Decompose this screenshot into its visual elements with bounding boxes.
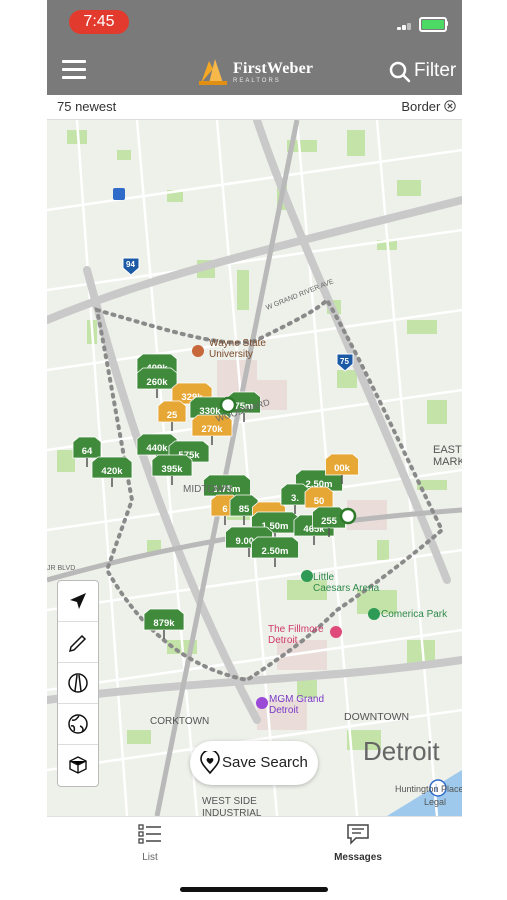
home-indicator	[180, 887, 328, 892]
tab-messages-label: Messages	[334, 852, 382, 863]
locate-arrow-icon	[70, 593, 86, 609]
save-search-label: Save Search	[222, 754, 308, 771]
globe-icon	[68, 714, 88, 734]
stadium-pin-icon	[368, 608, 380, 620]
battery-level	[422, 20, 444, 29]
listing-pin[interactable]: 879k	[143, 608, 185, 639]
listing-price: 64	[82, 446, 93, 457]
results-count: 75 newest	[57, 99, 117, 114]
listing-price: 395k	[161, 464, 183, 475]
map-label: DOWNTOWN	[344, 711, 409, 723]
listing-price: 879k	[153, 618, 175, 629]
logo-mark-icon	[199, 59, 227, 85]
battery-icon	[419, 17, 447, 32]
tab-bar: List Messages	[47, 816, 462, 900]
draw-button[interactable]	[58, 622, 98, 663]
heart-pin-icon	[200, 751, 220, 775]
map-label: Little Caesars Arena	[313, 572, 380, 594]
listing-price: 50	[314, 496, 325, 507]
signal-bar	[402, 25, 406, 30]
filter-label: Filter	[414, 60, 457, 81]
transit-stop-icon	[113, 188, 125, 200]
map-view[interactable]: i 409k260k329k25330k75m270k440k575k395k6…	[47, 120, 462, 816]
tab-list[interactable]: List	[105, 823, 195, 863]
listing-price: 00k	[334, 463, 351, 474]
status-time: 7:45	[69, 10, 129, 34]
border-label: Border	[401, 99, 441, 114]
commute-road-icon	[68, 673, 88, 693]
listing-price: 2.50m	[262, 546, 289, 557]
location-marker-icon	[219, 396, 237, 414]
map-label: MGM Grand Detroit	[269, 694, 324, 716]
map-label: CORKTOWN	[150, 716, 209, 727]
results-info-bar: 75 newest Border	[47, 95, 462, 120]
listing-price: 255	[321, 516, 338, 527]
map-label: 94	[126, 260, 135, 269]
listing-price: 85	[239, 504, 250, 515]
hamburger-icon[interactable]	[62, 60, 86, 80]
map-label: Detroit	[363, 736, 440, 766]
phone-screen: 7:45 FirstWeber REALTORS Filter 75 newes…	[47, 0, 462, 900]
firstweber-logo: FirstWeber REALTORS	[197, 55, 327, 87]
status-bar: 7:45	[47, 0, 462, 45]
listing-pin[interactable]: 260k	[136, 367, 178, 398]
theater-pin-icon	[330, 626, 342, 638]
tab-list-label: List	[142, 852, 158, 863]
map-canvas[interactable]: i 409k260k329k25330k75m270k440k575k395k6…	[47, 120, 462, 816]
3d-cube-icon	[69, 756, 87, 774]
logo-wordmark: FirstWeber	[233, 60, 314, 77]
map-label: 75	[340, 357, 349, 366]
battery-cap	[446, 21, 448, 26]
draw-pencil-icon	[68, 634, 87, 653]
map-label: WEST SIDE INDUSTRIAL	[202, 796, 262, 816]
university-pin-icon	[192, 345, 204, 357]
logo-subtitle: REALTORS	[233, 78, 281, 84]
list-icon	[138, 824, 161, 844]
casino-pin-icon	[256, 697, 268, 709]
listing-price: 260k	[146, 377, 168, 388]
save-search-button[interactable]: Save Search	[190, 741, 318, 785]
signal-bar	[397, 27, 401, 30]
listing-price: 420k	[101, 466, 123, 477]
map-label: Huntington Place	[395, 784, 462, 794]
search-icon	[389, 61, 411, 83]
location-marker-icon	[339, 507, 357, 525]
listing-price: 6	[222, 504, 227, 515]
map-label: Comerica Park	[381, 609, 448, 620]
app-header: FirstWeber REALTORS Filter	[47, 45, 462, 95]
3d-view-button[interactable]	[58, 745, 98, 785]
listing-pin[interactable]: 2.50m	[251, 536, 299, 567]
map-type-button[interactable]	[58, 704, 98, 745]
map-label: EASTMARKET	[433, 444, 462, 468]
border-toggle[interactable]: Border	[401, 99, 456, 114]
map-label: MIDTOWN	[183, 484, 232, 495]
messages-icon	[347, 824, 369, 845]
tab-messages[interactable]: Messages	[313, 823, 403, 863]
listing-price: 440k	[146, 443, 168, 454]
listing-pin[interactable]: 420k	[91, 456, 133, 487]
commute-button[interactable]	[58, 663, 98, 704]
close-circle-icon[interactable]	[444, 100, 456, 112]
map-label: Legal	[424, 797, 446, 807]
listing-price: 270k	[201, 424, 223, 435]
signal-bar	[407, 23, 411, 30]
arena-pin-icon	[301, 570, 313, 582]
map-label: JR BLVD	[47, 565, 75, 572]
listing-price: 25	[167, 410, 178, 421]
map-label: Wayne State University	[209, 338, 266, 360]
listing-price: 3.	[291, 493, 299, 504]
listing-pin[interactable]: 395k	[151, 454, 193, 485]
locate-button[interactable]	[58, 581, 98, 622]
map-tools	[57, 580, 99, 787]
